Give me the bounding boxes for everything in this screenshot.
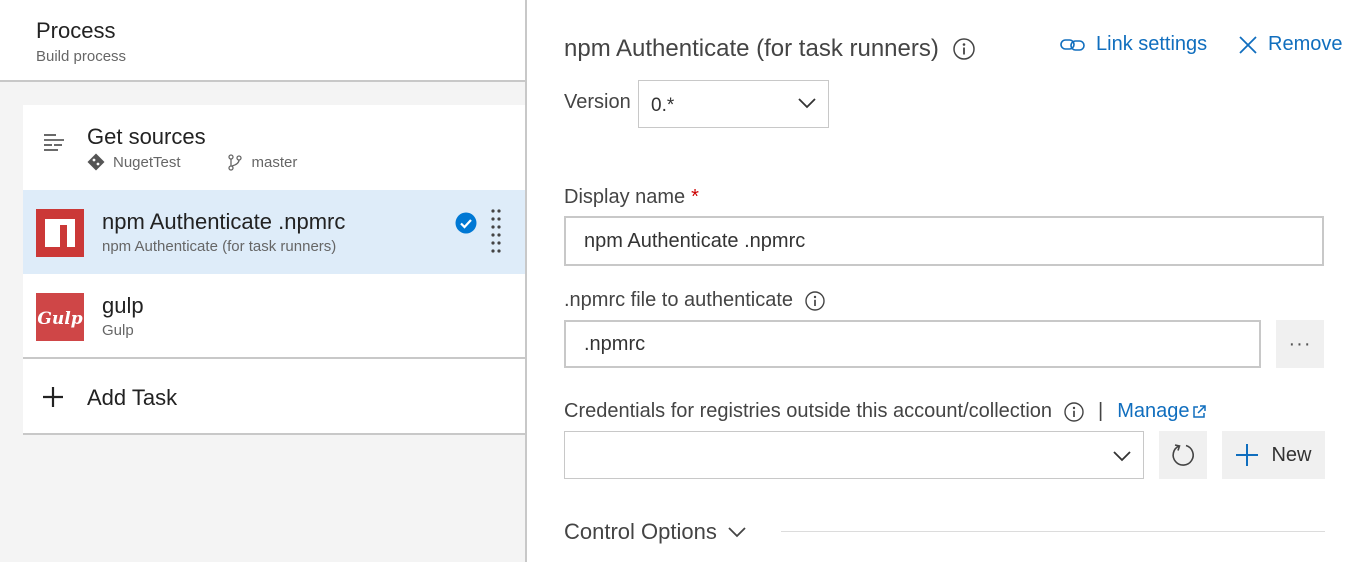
git-icon	[87, 153, 105, 171]
process-title: Process	[36, 18, 116, 43]
npm-task-title: npm Authenticate .npmrc	[102, 209, 346, 234]
npm-task-subtitle: npm Authenticate (for task runners)	[102, 238, 337, 255]
chevron-down-icon	[798, 98, 816, 109]
manage-link[interactable]: Manage	[1117, 400, 1206, 423]
npmrc-label: .npmrc file to authenticate	[564, 289, 825, 312]
control-options-toggle[interactable]: Control Options	[564, 519, 747, 545]
npmrc-label-text: .npmrc file to authenticate	[564, 289, 794, 311]
chevron-down-icon	[728, 527, 746, 538]
control-options-label: Control Options	[564, 519, 717, 544]
browse-button[interactable]: ···	[1276, 320, 1324, 368]
gulp-task-subtitle: Gulp	[102, 322, 134, 339]
close-icon	[1239, 35, 1257, 54]
display-name-value: npm Authenticate .npmrc	[584, 229, 806, 252]
manage-label: Manage	[1117, 400, 1190, 422]
branch-name: master	[251, 153, 298, 171]
remove-label: Remove	[1268, 33, 1343, 55]
separator: |	[1098, 400, 1104, 422]
info-icon[interactable]	[1064, 401, 1084, 422]
section-divider	[781, 531, 1325, 532]
svg-text:Gulp: Gulp	[37, 309, 82, 329]
new-button[interactable]: New	[1222, 431, 1325, 479]
task-item-npm-authenticate[interactable]: npm Authenticate .npmrc npm Authenticate…	[23, 190, 525, 274]
task-detail-panel: npm Authenticate (for task runners) Link…	[527, 0, 1357, 562]
version-value: 0.*	[651, 95, 675, 116]
repo-name: NugetTest	[113, 153, 181, 171]
refresh-button[interactable]	[1159, 431, 1207, 479]
link-settings-button[interactable]: Link settings	[1060, 33, 1207, 56]
get-sources-title: Get sources	[87, 124, 206, 149]
plus-icon	[43, 387, 63, 407]
process-header[interactable]: Process Build process	[0, 0, 525, 82]
process-panel: Process Build process Get sources NugetT…	[0, 0, 527, 562]
add-task-button[interactable]: Add Task	[23, 359, 525, 435]
npmrc-value: .npmrc	[584, 332, 646, 355]
refresh-icon	[1172, 444, 1194, 466]
credentials-label-text: Credentials for registries outside this …	[564, 400, 1053, 422]
display-name-label: Display name *	[564, 186, 699, 209]
credentials-label: Credentials for registries outside this …	[564, 400, 1206, 423]
detail-title-text: npm Authenticate (for task runners)	[564, 35, 939, 62]
new-label: New	[1271, 443, 1312, 466]
external-link-icon	[1192, 404, 1206, 418]
gulp-logo-icon: Gulp	[36, 293, 84, 341]
chevron-down-icon	[1113, 451, 1131, 462]
app-root: Process Build process Get sources NugetT…	[0, 0, 1357, 562]
task-list: Get sources NugetTest master npm Authent…	[23, 105, 525, 435]
link-settings-label: Link settings	[1096, 33, 1208, 55]
remove-button[interactable]: Remove	[1238, 33, 1342, 56]
gulp-task-title: gulp	[102, 293, 144, 318]
required-marker: *	[691, 186, 699, 208]
check-circle-icon[interactable]	[455, 212, 477, 234]
display-name-field[interactable]: npm Authenticate .npmrc	[564, 216, 1324, 266]
task-item-gulp[interactable]: Gulp gulp Gulp	[23, 274, 525, 359]
info-icon[interactable]	[953, 38, 975, 60]
credentials-select[interactable]	[564, 431, 1144, 479]
npmrc-field[interactable]: .npmrc	[564, 320, 1261, 368]
get-sources-meta: NugetTest master	[87, 153, 297, 171]
version-label: Version	[564, 91, 631, 113]
plus-icon	[1236, 444, 1259, 466]
npm-logo-icon	[36, 209, 84, 257]
add-task-label: Add Task	[87, 385, 178, 410]
detail-title: npm Authenticate (for task runners)	[564, 35, 975, 63]
drag-handle-icon[interactable]	[490, 208, 502, 254]
display-name-label-text: Display name	[564, 186, 686, 208]
info-icon[interactable]	[805, 290, 825, 311]
lines-icon	[44, 134, 64, 151]
link-icon	[1060, 38, 1085, 51]
branch-icon	[227, 154, 242, 171]
task-item-get-sources[interactable]: Get sources NugetTest master	[23, 105, 525, 190]
version-select[interactable]: 0.*	[638, 80, 829, 128]
process-subtitle: Build process	[36, 48, 127, 65]
